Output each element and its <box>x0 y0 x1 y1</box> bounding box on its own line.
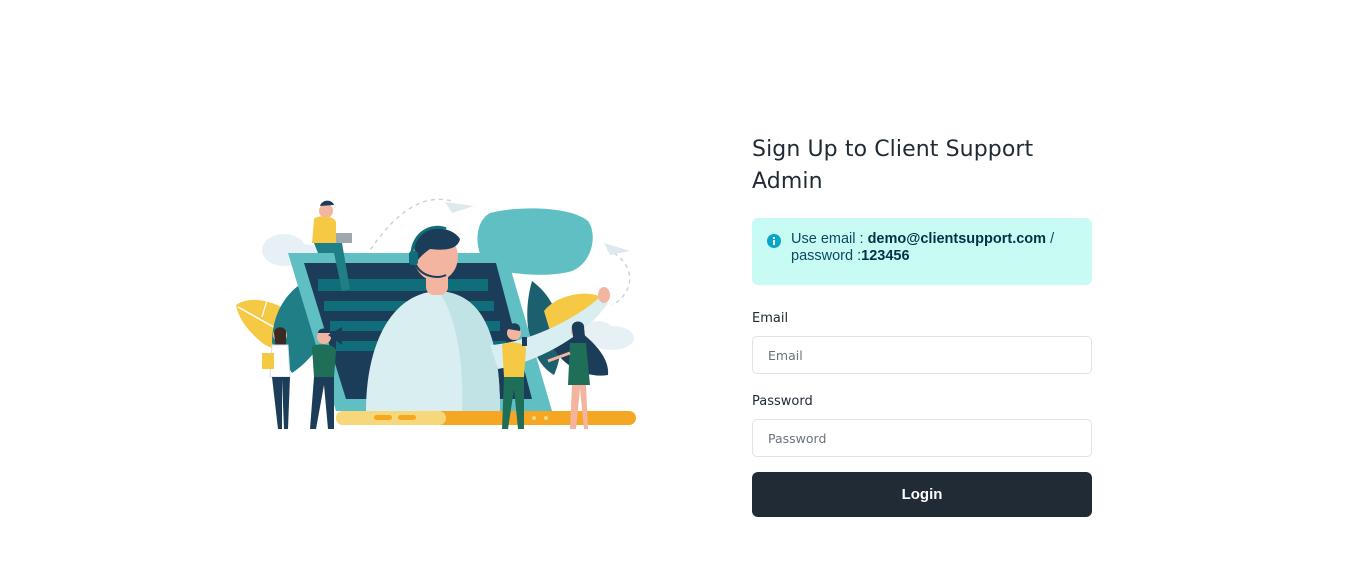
alert-message: Use email : demo@clientsupport.com / pas… <box>791 231 1054 265</box>
alert-prefix: Use email : <box>791 231 868 247</box>
email-label: Email <box>752 311 789 326</box>
customer-support-illustration <box>236 198 636 429</box>
login-form-panel: Sign Up to Client Support Admin Use emai… <box>752 134 1092 517</box>
demo-password: 123456 <box>861 248 910 264</box>
login-button[interactable]: Login <box>752 472 1092 517</box>
demo-email: demo@clientsupport.com <box>867 231 1047 247</box>
password-label: Password <box>752 394 813 409</box>
email-field[interactable] <box>752 336 1092 374</box>
demo-credentials-alert: Use email : demo@clientsupport.com / pas… <box>752 218 1092 285</box>
password-field[interactable] <box>752 419 1092 457</box>
page-title: Sign Up to Client Support Admin <box>752 137 1034 194</box>
login-page: Sign Up to Client Support Admin Use emai… <box>0 0 1358 582</box>
info-icon <box>767 234 781 248</box>
alert-password-prefix: password : <box>791 248 862 264</box>
alert-separator: / <box>1046 231 1055 247</box>
